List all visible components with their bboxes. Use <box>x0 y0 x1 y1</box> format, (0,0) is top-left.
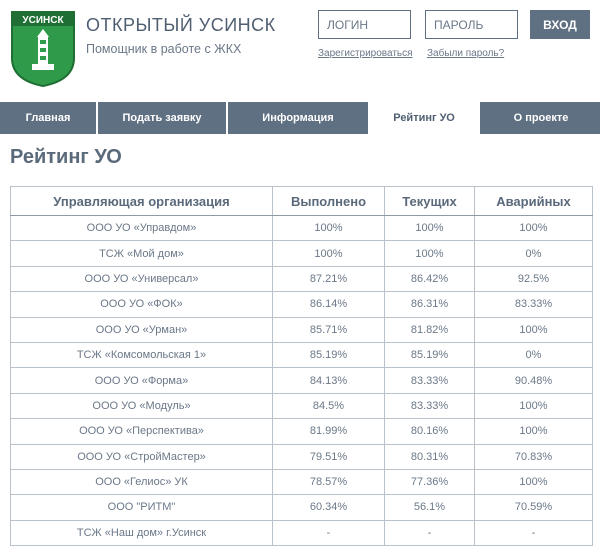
table-row: ООО «Гелиос» УК 78.57% 77.36% 100% <box>10 468 593 496</box>
table-row: ООО УО «ФОК» 86.14% 86.31% 83.33% <box>10 291 593 318</box>
current-cell: 86.31% <box>384 291 475 318</box>
completed-cell: 78.57% <box>272 468 385 496</box>
organization-cell: ООО «Гелиос» УК <box>10 468 273 496</box>
login-input[interactable] <box>318 10 411 39</box>
table-row: ТСЖ «Мой дом» 100% 100% 0% <box>10 240 593 267</box>
nav-item-information[interactable]: Информация <box>228 102 368 134</box>
current-cell: 81.82% <box>384 316 475 343</box>
current-cell: 85.19% <box>384 341 475 369</box>
emergency-cell: - <box>474 519 593 547</box>
emergency-cell: 100% <box>474 214 593 242</box>
nav-item-rating[interactable]: Рейтинг УО <box>368 102 480 134</box>
password-input[interactable] <box>425 10 518 39</box>
table-header-row: Управляющая организация Выполнено Текущи… <box>10 186 593 216</box>
completed-cell: 79.51% <box>272 443 385 470</box>
column-header-completed: Выполнено <box>272 186 385 216</box>
table-row: ООО УО «СтройМастер» 79.51% 80.31% 70.83… <box>10 443 593 470</box>
table-row: ООО "РИТМ" 60.34% 56.1% 70.59% <box>10 494 593 521</box>
organization-cell: ТСЖ «Комсомольская 1» <box>10 341 273 369</box>
emergency-cell: 70.59% <box>474 494 593 521</box>
organization-cell: ТСЖ «Наш дом» г.Усинск <box>10 519 273 547</box>
organization-cell: ООО УО «Урман» <box>10 316 273 343</box>
emergency-cell: 90.48% <box>474 367 593 394</box>
completed-cell: 85.19% <box>272 341 385 369</box>
organization-cell: ООО УО «ФОК» <box>10 291 273 318</box>
current-cell: 80.16% <box>384 418 475 445</box>
completed-cell: - <box>272 519 385 547</box>
emergency-cell: 100% <box>474 468 593 496</box>
completed-cell: 84.13% <box>272 367 385 394</box>
completed-cell: 60.34% <box>272 494 385 521</box>
nav-item-about[interactable]: О проекте <box>482 102 600 134</box>
site-title: ОТКРЫТЫЙ УСИНСК <box>86 15 276 35</box>
completed-cell: 84.5% <box>272 392 385 420</box>
nav-item-submit-request[interactable]: Подать заявку <box>98 102 226 134</box>
table-row: ТСЖ «Наш дом» г.Усинск - - - <box>10 519 593 547</box>
current-cell: - <box>384 519 475 547</box>
emergency-cell: 100% <box>474 316 593 343</box>
emergency-cell: 70.83% <box>474 443 593 470</box>
site-subtitle: Помощник в работе с ЖКХ <box>86 42 242 56</box>
main-nav: Главная Подать заявку Информация Рейтинг… <box>0 102 600 134</box>
completed-cell: 87.21% <box>272 265 385 293</box>
table-row: ООО УО «Модуль» 84.5% 83.33% 100% <box>10 392 593 420</box>
organization-cell: ООО УО «Модуль» <box>10 392 273 420</box>
rating-table: Управляющая организация Выполнено Текущи… <box>10 186 593 547</box>
completed-cell: 100% <box>272 240 385 267</box>
usinsk-coat-of-arms-icon: УСИНСК <box>11 11 75 88</box>
current-cell: 77.36% <box>384 468 475 496</box>
table-row: ООО УО «Универсал» 87.21% 86.42% 92.5% <box>10 265 593 293</box>
emergency-cell: 83.33% <box>474 291 593 318</box>
organization-cell: ООО УО «СтройМастер» <box>10 443 273 470</box>
organization-cell: ООО УО «Управдом» <box>10 214 273 242</box>
completed-cell: 100% <box>272 214 385 242</box>
forgot-password-link[interactable]: Забыли пароль? <box>427 48 504 59</box>
completed-cell: 86.14% <box>272 291 385 318</box>
column-header-organization: Управляющая организация <box>10 186 273 216</box>
emergency-cell: 100% <box>474 418 593 445</box>
logo-text: УСИНСК <box>22 15 64 26</box>
table-row: ТСЖ «Комсомольская 1» 85.19% 85.19% 0% <box>10 341 593 369</box>
site-logo[interactable]: УСИНСК <box>10 10 76 88</box>
organization-cell: ООО УО «Универсал» <box>10 265 273 293</box>
current-cell: 83.33% <box>384 392 475 420</box>
emergency-cell: 0% <box>474 240 593 267</box>
organization-cell: ТСЖ «Мой дом» <box>10 240 273 267</box>
table-row: ООО УО «Управдом» 100% 100% 100% <box>10 214 593 242</box>
completed-cell: 81.99% <box>272 418 385 445</box>
column-header-emergency: Аварийных <box>474 186 593 216</box>
nav-item-home[interactable]: Главная <box>0 102 96 134</box>
table-row: ООО УО «Урман» 85.71% 81.82% 100% <box>10 316 593 343</box>
table-row: ООО УО «Перспектива» 81.99% 80.16% 100% <box>10 418 593 445</box>
organization-cell: ООО УО «Перспектива» <box>10 418 273 445</box>
completed-cell: 85.71% <box>272 316 385 343</box>
page-title: Рейтинг УО <box>10 146 122 168</box>
current-cell: 100% <box>384 240 475 267</box>
emergency-cell: 92.5% <box>474 265 593 293</box>
current-cell: 83.33% <box>384 367 475 394</box>
organization-cell: ООО УО «Форма» <box>10 367 273 394</box>
organization-cell: ООО "РИТМ" <box>10 494 273 521</box>
emergency-cell: 0% <box>474 341 593 369</box>
current-cell: 80.31% <box>384 443 475 470</box>
current-cell: 100% <box>384 214 475 242</box>
login-button[interactable]: ВХОД <box>530 10 590 39</box>
current-cell: 56.1% <box>384 494 475 521</box>
table-row: ООО УО «Форма» 84.13% 83.33% 90.48% <box>10 367 593 394</box>
column-header-current: Текущих <box>384 186 475 216</box>
emergency-cell: 100% <box>474 392 593 420</box>
register-link[interactable]: Зарегистрироваться <box>318 48 413 59</box>
current-cell: 86.42% <box>384 265 475 293</box>
